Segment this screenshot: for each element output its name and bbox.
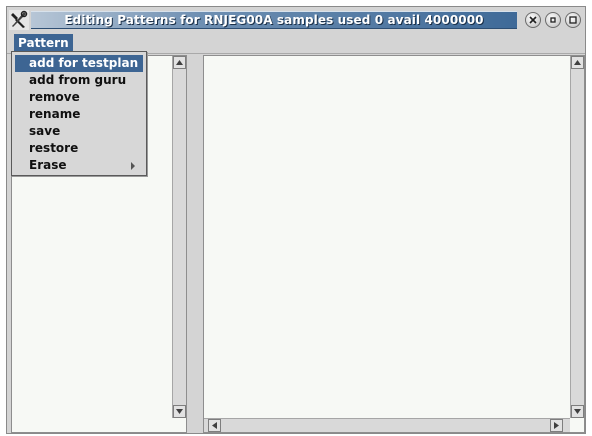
title-strip[interactable]: Editing Patterns for RNJEG00A samples us… bbox=[31, 11, 517, 29]
scroll-left-button[interactable] bbox=[208, 419, 221, 432]
close-button[interactable] bbox=[525, 12, 541, 28]
arrow-down-icon bbox=[574, 409, 581, 414]
minimize-icon bbox=[550, 17, 556, 23]
menu-item-remove[interactable]: remove bbox=[15, 89, 143, 106]
maximize-button[interactable] bbox=[565, 12, 581, 28]
close-icon bbox=[529, 16, 537, 24]
scroll-down-button[interactable] bbox=[571, 405, 584, 418]
right-vertical-scrollbar[interactable] bbox=[570, 56, 584, 418]
menu-pattern-label: Pattern bbox=[18, 36, 69, 50]
menu-item-add-from-guru[interactable]: add from guru bbox=[15, 72, 143, 89]
title-bar[interactable]: Editing Patterns for RNJEG00A samples us… bbox=[7, 7, 585, 33]
arrow-up-icon bbox=[574, 60, 581, 65]
maximize-icon bbox=[569, 16, 577, 24]
left-vertical-scrollbar[interactable] bbox=[172, 56, 186, 418]
minimize-button[interactable] bbox=[545, 12, 561, 28]
pattern-dropdown-menu: add for testplan add from guru remove re… bbox=[11, 51, 147, 176]
arrow-down-icon bbox=[176, 409, 183, 414]
menu-pattern[interactable]: Pattern bbox=[14, 34, 73, 52]
menu-item-rename[interactable]: rename bbox=[15, 106, 143, 123]
tools-icon[interactable] bbox=[9, 10, 29, 30]
menu-item-add-for-testplan[interactable]: add for testplan bbox=[15, 55, 143, 72]
menu-item-save[interactable]: save bbox=[15, 123, 143, 140]
pattern-detail-pane[interactable] bbox=[203, 55, 585, 433]
window-title: Editing Patterns for RNJEG00A samples us… bbox=[64, 13, 484, 27]
submenu-arrow-icon bbox=[131, 162, 135, 170]
arrow-up-icon bbox=[176, 60, 183, 65]
scroll-down-button[interactable] bbox=[173, 405, 186, 418]
scroll-up-button[interactable] bbox=[173, 56, 186, 69]
menu-item-restore[interactable]: restore bbox=[15, 140, 143, 157]
scroll-up-button[interactable] bbox=[571, 56, 584, 69]
menu-item-erase[interactable]: Erase bbox=[15, 157, 143, 174]
scroll-right-button[interactable] bbox=[550, 419, 563, 432]
arrow-right-icon bbox=[554, 422, 559, 429]
arrow-left-icon bbox=[212, 422, 217, 429]
horizontal-scrollbar[interactable] bbox=[204, 418, 570, 432]
